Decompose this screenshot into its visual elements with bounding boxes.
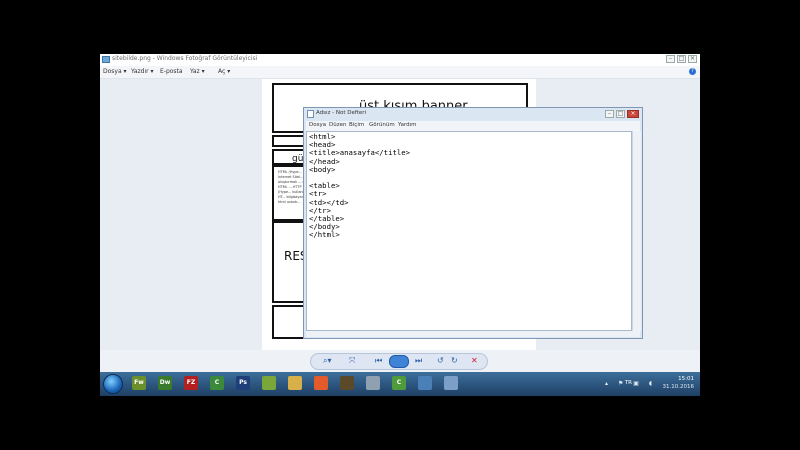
playback-controls: ⌕▾ ⤧ ⏮ ⏭ ↺ ↻ ✕ [310,353,488,370]
close-button[interactable]: × [688,55,697,63]
maximize-button[interactable]: □ [677,55,686,63]
notepad-app-icon [307,110,314,118]
menu-print[interactable]: Yazdır ▾ [131,68,154,75]
language-indicator[interactable]: TR [625,380,632,386]
notepad-menu-file[interactable]: Dosya [309,122,326,128]
notepad-menu-edit[interactable]: Düzen [329,122,346,128]
taskbar-app-icon[interactable]: Fw [132,376,146,390]
photo-viewer-menubar: Dosya ▾ Yazdır ▾ E-posta Yaz ▾ Aç ▾ ? [100,66,700,79]
clock-date: 31.10.2016 [662,384,695,390]
actual-size-icon[interactable]: ⤧ [349,356,355,366]
start-button[interactable] [103,374,123,394]
notepad-minimize-button[interactable]: – [605,110,614,118]
menu-open[interactable]: Aç ▾ [218,68,230,75]
desktop-screen: sitebilde.png - Windows Fotoğraf Görüntü… [100,54,700,396]
notepad-maximize-button[interactable]: □ [616,110,625,118]
taskbar-app-icon[interactable] [262,376,276,390]
notepad-titlebar[interactable]: Adsız - Not Defteri – □ × [304,108,642,120]
notepad-title: Adsız - Not Defteri [316,110,367,116]
previous-icon[interactable]: ⏮ [375,356,382,366]
rotate-right-icon[interactable]: ↻ [451,356,458,365]
taskbar-app-icon[interactable]: Ps [236,376,250,390]
menu-email[interactable]: E-posta [160,68,183,75]
clock-time: 15:01 [678,376,694,382]
vertical-scrollbar[interactable] [632,131,641,331]
taskbar-app-icon[interactable] [288,376,302,390]
horizontal-scrollbar[interactable] [306,331,640,337]
menu-box-text: gü [292,154,304,164]
system-tray-clock[interactable]: 15:01 31.10.2016 [663,375,695,391]
photo-viewer-title: sitebilde.png - Windows Fotoğraf Görüntü… [112,55,258,62]
zoom-icon[interactable]: ⌕▾ [323,356,332,366]
delete-icon[interactable]: ✕ [471,356,478,365]
notepad-menu-help[interactable]: Yardım [398,122,417,128]
notepad-content: <html> <head> <title>anasayfa</title> </… [309,132,411,240]
menu-file[interactable]: Dosya ▾ [103,68,127,75]
taskbar-app-icon[interactable]: C [392,376,406,390]
taskbar-app-icon[interactable] [444,376,458,390]
slideshow-button[interactable] [389,355,409,368]
minimize-button[interactable]: – [666,55,675,63]
notepad-menu-view[interactable]: Görünüm [369,122,395,128]
taskbar-app-icon[interactable]: C [210,376,224,390]
taskbar-app-icon[interactable]: Dw [158,376,172,390]
taskbar-app-icon[interactable]: FZ [184,376,198,390]
taskbar-app-icon[interactable] [366,376,380,390]
next-icon[interactable]: ⏭ [415,356,422,366]
notepad-menu-format[interactable]: Biçim [349,122,364,128]
photo-viewer-app-icon [102,56,110,63]
notepad-text-area[interactable]: <html> <head> <title>anasayfa</title> </… [306,131,632,331]
taskbar: Fw Dw FZ C Ps C ▴ ⚑ ▣ ◖ 15:01 31.10.2016 TR [100,372,700,396]
taskbar-app-icon[interactable] [314,376,328,390]
notepad-window: Adsız - Not Defteri – □ × Dosya Düzen Bi… [303,107,643,339]
notepad-close-button[interactable]: × [627,110,639,118]
taskbar-app-icon[interactable] [340,376,354,390]
rotate-left-icon[interactable]: ↺ [437,356,444,365]
help-icon[interactable]: ? [689,68,696,75]
menu-burn[interactable]: Yaz ▾ [190,68,205,75]
photo-viewer-controls-bar: ⌕▾ ⤧ ⏮ ⏭ ↺ ↻ ✕ [100,350,700,372]
notepad-menubar: Dosya Düzen Biçim Görünüm Yardım [306,121,640,131]
taskbar-app-icon[interactable] [418,376,432,390]
